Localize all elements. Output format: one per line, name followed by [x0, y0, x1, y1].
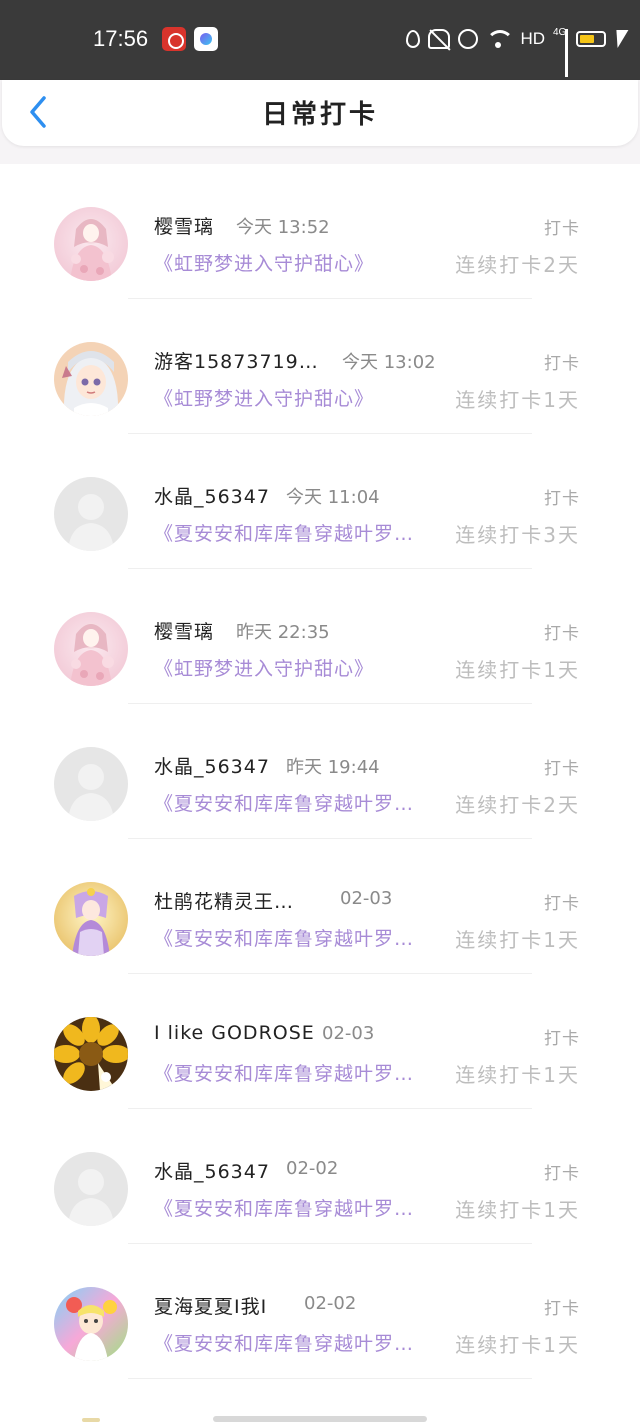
streak-count: 连续打卡1天 [455, 388, 580, 412]
signal-icon: 4G [553, 27, 568, 77]
avatar[interactable] [54, 747, 128, 821]
avatar[interactable] [54, 1017, 128, 1091]
charging-icon [611, 30, 629, 48]
checkin-time: 今天 13:02 [342, 352, 436, 373]
status-icons: HD 4G [406, 24, 629, 77]
username[interactable]: 樱雪璃 [154, 212, 214, 239]
checkin-item[interactable]: 水晶_56347 昨天 19:44 打卡《夏安安和库库鲁穿越叶罗… 连续打卡2天 [0, 704, 640, 839]
action-label: 打卡 [544, 1029, 580, 1049]
book-title-link[interactable]: 《夏安安和库库鲁穿越叶罗… [154, 1059, 414, 1086]
home-indicator[interactable] [213, 1416, 427, 1422]
header-bar: 日常打卡 [2, 80, 638, 146]
wifi-icon [486, 30, 515, 48]
alarm-icon [458, 29, 479, 49]
action-label: 打卡 [544, 219, 580, 239]
streak-count: 连续打卡1天 [455, 1333, 580, 1357]
streak-count: 连续打卡1天 [455, 1198, 580, 1222]
action-label: 打卡 [544, 354, 580, 374]
avatar[interactable] [54, 882, 128, 956]
streak-count: 连续打卡3天 [455, 523, 580, 547]
username[interactable]: 水晶_56347 [154, 752, 270, 779]
avatar[interactable] [54, 1152, 128, 1226]
checkin-list: 樱雪璃 今天 13:52 打卡 《虹野梦进入守护甜心》 连续打卡2天 游客15873719… [0, 164, 640, 1379]
divider [128, 1378, 532, 1379]
status-bar: 17:56 HD 4G [0, 0, 640, 80]
checkin-time: 02-03 [340, 888, 393, 909]
book-title-link[interactable]: 《虹野梦进入守护甜心》 [154, 654, 374, 681]
checkin-time: 昨天 22:35 [236, 622, 330, 643]
streak-count: 连续打卡2天 [455, 793, 580, 817]
mute-icon [428, 29, 451, 49]
avatar[interactable] [54, 477, 128, 551]
water-drop-icon [406, 30, 421, 48]
checkin-item[interactable]: 杜鹃花精灵王… 02-03 打卡《夏安安和库库鲁穿越叶罗… 连续打卡1天 [0, 839, 640, 974]
avatar[interactable] [54, 1287, 128, 1361]
app-notification-icon [162, 27, 186, 51]
username[interactable]: 樱雪璃 [154, 617, 214, 644]
checkin-item[interactable]: 水晶_56347 02-02 打卡《夏安安和库库鲁穿越叶罗… 连续打卡1天 [0, 1109, 640, 1244]
page-title: 日常打卡 [261, 100, 378, 130]
username[interactable]: 杜鹃花精灵王… [154, 887, 294, 914]
network-label: 4G [553, 27, 567, 38]
avatar[interactable] [54, 207, 128, 281]
partial-avatar [82, 1418, 100, 1422]
checkin-time: 02-02 [286, 1158, 339, 1179]
avatar[interactable] [54, 342, 128, 416]
username[interactable]: 游客15873719… [154, 347, 319, 374]
streak-count: 连续打卡2天 [455, 253, 580, 277]
hd-icon: HD [520, 29, 545, 48]
streak-count: 连续打卡1天 [455, 1063, 580, 1087]
username[interactable]: 水晶_56347 [154, 1157, 270, 1184]
checkin-item[interactable]: 游客15873719… 今天 13:02 打卡《虹野梦进入守护甜心》 连续打卡1天 [0, 299, 640, 434]
book-title-link[interactable]: 《夏安安和库库鲁穿越叶罗… [154, 519, 414, 546]
checkin-item[interactable]: 水晶_56347 今天 11:04 打卡《夏安安和库库鲁穿越叶罗… 连续打卡3天 [0, 434, 640, 569]
action-label: 打卡 [544, 1299, 580, 1319]
checkin-time: 今天 11:04 [286, 487, 380, 508]
username[interactable]: 夏海夏夏I我I [154, 1292, 267, 1319]
checkin-item[interactable]: 樱雪璃 昨天 22:35 打卡《虹野梦进入守护甜心》 连续打卡1天 [0, 569, 640, 704]
streak-count: 连续打卡1天 [455, 658, 580, 682]
battery-icon [576, 31, 606, 47]
checkin-time: 昨天 19:44 [286, 757, 380, 778]
app-notification-icon [194, 27, 218, 51]
book-title-link[interactable]: 《夏安安和库库鲁穿越叶罗… [154, 924, 414, 951]
book-title-link[interactable]: 《虹野梦进入守护甜心》 [154, 384, 374, 411]
action-label: 打卡 [544, 624, 580, 644]
checkin-item[interactable]: I like GODROSE 02-03 打卡《夏安安和库库鲁穿越叶罗… 连续打卡1天 [0, 974, 640, 1109]
book-title-link[interactable]: 《夏安安和库库鲁穿越叶罗… [154, 1329, 414, 1356]
book-title-link[interactable]: 《夏安安和库库鲁穿越叶罗… [154, 1194, 414, 1221]
username[interactable]: 水晶_56347 [154, 482, 270, 509]
checkin-time: 02-02 [304, 1293, 357, 1314]
avatar[interactable] [54, 612, 128, 686]
streak-count: 连续打卡1天 [455, 928, 580, 952]
header: 日常打卡 [0, 80, 640, 164]
book-title-link[interactable]: 《夏安安和库库鲁穿越叶罗… [154, 789, 414, 816]
action-label: 打卡 [544, 759, 580, 779]
action-label: 打卡 [544, 1164, 580, 1184]
checkin-item[interactable]: 夏海夏夏I我I 02-02 打卡《夏安安和库库鲁穿越叶罗… 连续打卡1天 [0, 1244, 640, 1379]
status-time: 17:56 [93, 26, 149, 51]
checkin-time: 02-03 [322, 1023, 375, 1044]
action-label: 打卡 [544, 489, 580, 509]
checkin-item[interactable]: 樱雪璃 今天 13:52 打卡《虹野梦进入守护甜心》 连续打卡2天 [0, 164, 640, 299]
action-label: 打卡 [544, 894, 580, 914]
book-title-link[interactable]: 《虹野梦进入守护甜心》 [154, 249, 374, 276]
username[interactable]: I like GODROSE [154, 1022, 315, 1044]
checkin-time: 今天 13:52 [236, 217, 330, 238]
